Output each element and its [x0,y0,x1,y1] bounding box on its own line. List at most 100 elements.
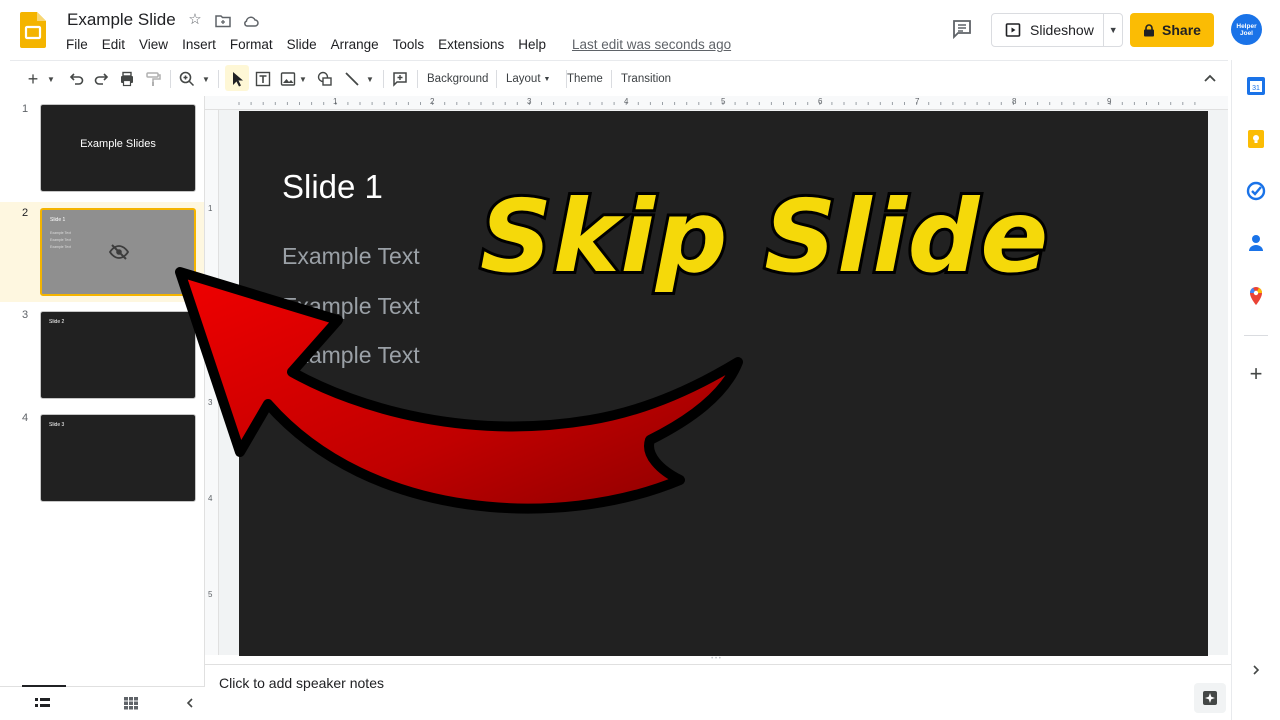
ruler-number: 1 [208,204,213,213]
slide-body-line[interactable]: Example Text [282,243,420,270]
add-comment-icon[interactable] [391,69,409,89]
cloud-saved-icon[interactable] [242,12,260,30]
slide-number: 3 [22,309,29,321]
tasks-icon[interactable] [1245,180,1267,202]
shape-icon[interactable] [316,69,334,89]
move-folder-icon[interactable] [214,12,232,30]
new-slide-plus-icon[interactable]: + [23,69,43,89]
background-button[interactable]: Background [427,69,488,89]
transition-button[interactable]: Transition [621,69,671,89]
toolbar: + ▼ ▼ ▼ ▼ Background Layout ▼ Theme Trans… [10,60,1228,96]
share-label: Share [1162,22,1201,38]
speaker-notes-placeholder[interactable]: Click to add speaker notes [219,675,384,691]
app-header: Example Slide ☆ File Edit View Insert Fo… [0,0,1280,60]
contacts-icon[interactable] [1245,232,1267,254]
zoom-icon[interactable] [178,69,196,89]
menu-view[interactable]: View [132,36,175,54]
menu-edit[interactable]: Edit [95,36,132,54]
filmstrip-slide-3[interactable]: 3 Slide 2 [0,304,204,406]
theme-button[interactable]: Theme [567,69,603,89]
menu-help[interactable]: Help [511,36,553,54]
menu-insert[interactable]: Insert [175,36,223,54]
present-icon [1005,23,1021,37]
show-side-panel-chevron-icon[interactable] [1249,663,1263,677]
slide-body-line[interactable]: Example Text [282,293,420,320]
speaker-notes-panel[interactable] [205,664,1231,720]
calendar-icon[interactable]: 31 [1245,75,1267,97]
thumbnail-title: Slide 1 [50,217,66,223]
line-dropdown-icon[interactable]: ▼ [365,69,375,89]
zoom-dropdown-icon[interactable]: ▼ [201,69,211,89]
ruler-number: 7 [915,97,920,106]
redo-icon[interactable] [93,69,111,89]
ruler-number: 3 [527,97,532,106]
ruler-number: 8 [1012,97,1017,106]
ruler-number: 2 [430,97,435,106]
thumbnail-body: Example Text Example Text Example Text [50,231,71,249]
ruler-number: 4 [624,97,629,106]
ruler-number: 4 [208,494,213,503]
account-avatar[interactable]: Helper Joel [1231,14,1262,45]
ruler-number: 5 [721,97,726,106]
new-slide-dropdown-icon[interactable]: ▼ [46,69,56,89]
skipped-eye-off-icon [109,244,129,260]
undo-icon[interactable] [67,69,85,89]
menu-arrange[interactable]: Arrange [324,36,386,54]
filmstrip-view-icon[interactable] [35,697,50,710]
menu-tools[interactable]: Tools [386,36,432,54]
menu-slide[interactable]: Slide [280,36,324,54]
layout-button[interactable]: Layout ▼ [506,69,550,89]
slideshow-start-button[interactable]: Slideshow [992,14,1103,46]
ruler-number: 5 [208,590,213,599]
paint-format-icon[interactable] [144,69,162,89]
slide-thumbnail-skipped[interactable]: Slide 1 Example Text Example Text Exampl… [40,208,196,296]
svg-text:31: 31 [1252,85,1260,92]
slide-title[interactable]: Slide 1 [282,168,383,206]
filmstrip-slide-1[interactable]: 1 Example Slides [0,96,204,198]
slide-thumbnail[interactable]: Example Slides [40,104,196,192]
ruler-number: 3 [208,398,213,407]
comment-history-icon[interactable] [950,17,974,41]
menu-format[interactable]: Format [223,36,280,54]
ruler-number: 2 [208,301,213,310]
line-icon[interactable] [343,69,361,89]
ruler-number: 1 [333,97,338,106]
collapse-toolbar-chevron-icon[interactable] [1202,69,1218,89]
get-add-ons-plus-icon[interactable]: + [1245,363,1267,385]
slide-body-line[interactable]: Example Text [282,342,420,369]
thumbnail-title: Example Slides [80,138,156,150]
menu-file[interactable]: File [59,36,95,54]
explore-sparkle-icon [1203,691,1217,705]
slide-thumbnail[interactable]: Slide 2 [40,311,196,399]
slide-number: 1 [22,103,29,115]
slideshow-dropdown-icon[interactable]: ▼ [1103,14,1122,46]
side-panel: 31 + [1231,60,1280,720]
notes-resize-handle[interactable]: • • • [706,656,726,662]
hide-filmstrip-chevron-icon[interactable] [183,696,197,710]
maps-icon[interactable] [1245,285,1267,307]
share-button[interactable]: Share [1130,13,1214,47]
print-icon[interactable] [118,69,136,89]
star-icon[interactable]: ☆ [186,11,204,29]
insert-image-icon[interactable] [279,69,297,89]
slides-logo-icon[interactable] [20,12,46,48]
slide-filmstrip: 1 Example Slides 2 Slide 1 Example Text … [0,96,205,686]
menu-extensions[interactable]: Extensions [431,36,511,54]
menu-bar: File Edit View Insert Format Slide Arran… [59,36,738,54]
last-edit-link[interactable]: Last edit was seconds ago [565,36,738,54]
text-box-icon[interactable] [254,69,272,89]
filmstrip-slide-4[interactable]: 4 Slide 3 [0,407,204,509]
layout-dropdown-icon: ▼ [543,75,551,83]
thumbnail-title: Slide 3 [49,422,65,428]
select-cursor-icon[interactable] [228,69,246,89]
thumbnail-title: Slide 2 [49,319,65,325]
document-title[interactable]: Example Slide [67,10,176,30]
image-dropdown-icon[interactable]: ▼ [298,69,308,89]
keep-icon[interactable] [1245,128,1267,150]
view-indicator [22,685,66,687]
grid-view-icon[interactable] [124,697,138,710]
explore-button[interactable] [1194,683,1226,713]
slide-thumbnail[interactable]: Slide 3 [40,414,196,502]
filmstrip-slide-2[interactable]: 2 Slide 1 Example Text Example Text Exam… [0,202,204,302]
horizontal-ruler: 1 2 3 4 5 6 7 8 9 [205,96,1228,110]
